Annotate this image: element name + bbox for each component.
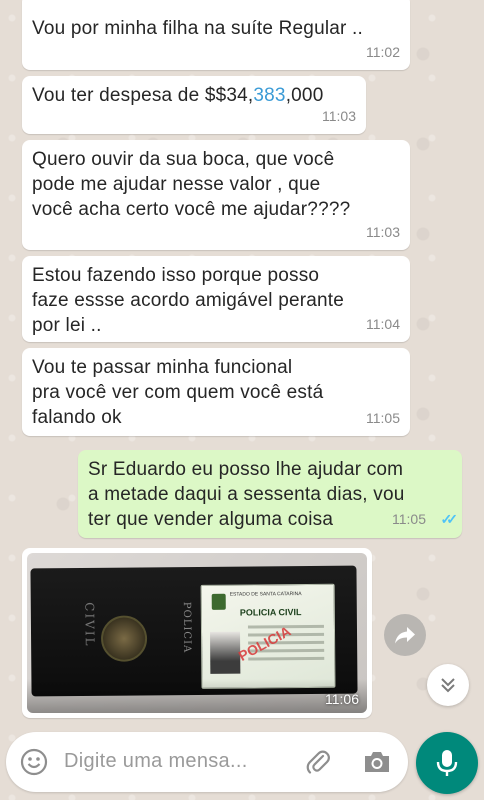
read-receipt-icon: ✓✓	[440, 511, 459, 527]
message-input[interactable]: Digite uma mensa...	[64, 750, 248, 773]
badge-wallet: CIVIL POLICIA ESTADO DE SANTA CATARINA P…	[30, 565, 358, 697]
camera-icon[interactable]	[362, 749, 392, 775]
message-bubble[interactable]: Estou fazendo isso porque posso faze ess…	[22, 256, 410, 342]
forward-icon	[395, 627, 415, 644]
image-attachment[interactable]: CIVIL POLICIA ESTADO DE SANTA CATARINA P…	[27, 553, 367, 713]
message-text: Quero ouvir da sua boca, que você pode m…	[32, 149, 351, 220]
message-bubble[interactable]: Quero ouvir da sua boca, que você pode m…	[22, 140, 410, 250]
id-card-photo	[210, 631, 241, 674]
message-text: Vou por minha filha na suíte Regular ..	[32, 18, 363, 39]
message-time: 11:05	[366, 410, 400, 426]
id-card-title: POLICIA CIVIL	[239, 607, 302, 618]
id-card: ESTADO DE SANTA CATARINA POLICIA CIVIL P…	[200, 583, 336, 689]
paperclip-icon[interactable]	[304, 748, 332, 776]
message-time: 11:02	[366, 44, 400, 60]
phone-number-link[interactable]: 383	[253, 85, 285, 106]
message-time: 11:03	[322, 108, 356, 124]
mic-icon	[436, 750, 458, 776]
scroll-to-bottom-button[interactable]	[427, 664, 469, 706]
message-bubble-outgoing[interactable]: Sr Eduardo eu posso lhe ajudar com a met…	[78, 450, 462, 538]
message-text: Estou fazendo isso porque posso faze ess…	[32, 265, 345, 336]
wallet-civil-text: CIVIL	[82, 602, 97, 648]
state-crest-icon	[211, 593, 226, 610]
image-message[interactable]: CIVIL POLICIA ESTADO DE SANTA CATARINA P…	[22, 548, 372, 718]
photo-gradient	[27, 679, 367, 713]
message-time: 11:04	[366, 316, 400, 332]
message-text: Vou ter despesa de $$34,383,000	[32, 85, 324, 106]
id-card-header: ESTADO DE SANTA CATARINA	[229, 591, 302, 598]
message-time: 11:05	[392, 511, 426, 527]
police-badge	[100, 615, 148, 662]
double-chevron-down-icon	[441, 678, 455, 693]
message-list[interactable]: Vou por minha filha na suíte Regular .. …	[0, 0, 484, 730]
message-composer[interactable]: Digite uma mensa...	[6, 732, 408, 792]
message-time: 11:06	[325, 691, 359, 707]
message-bubble[interactable]: Vou por minha filha na suíte Regular .. …	[22, 0, 410, 70]
message-bubble[interactable]: Vou ter despesa de $$34,383,000 11:03	[22, 76, 366, 134]
wallet-policia-text: POLICIA	[180, 601, 193, 654]
forward-button[interactable]	[384, 614, 426, 656]
message-time: 11:03	[366, 224, 400, 240]
mic-button[interactable]	[416, 732, 478, 794]
message-text: Vou te passar minha funcional pra você v…	[32, 357, 324, 428]
emoji-icon[interactable]	[20, 748, 48, 776]
message-bubble[interactable]: Vou te passar minha funcional pra você v…	[22, 348, 410, 436]
